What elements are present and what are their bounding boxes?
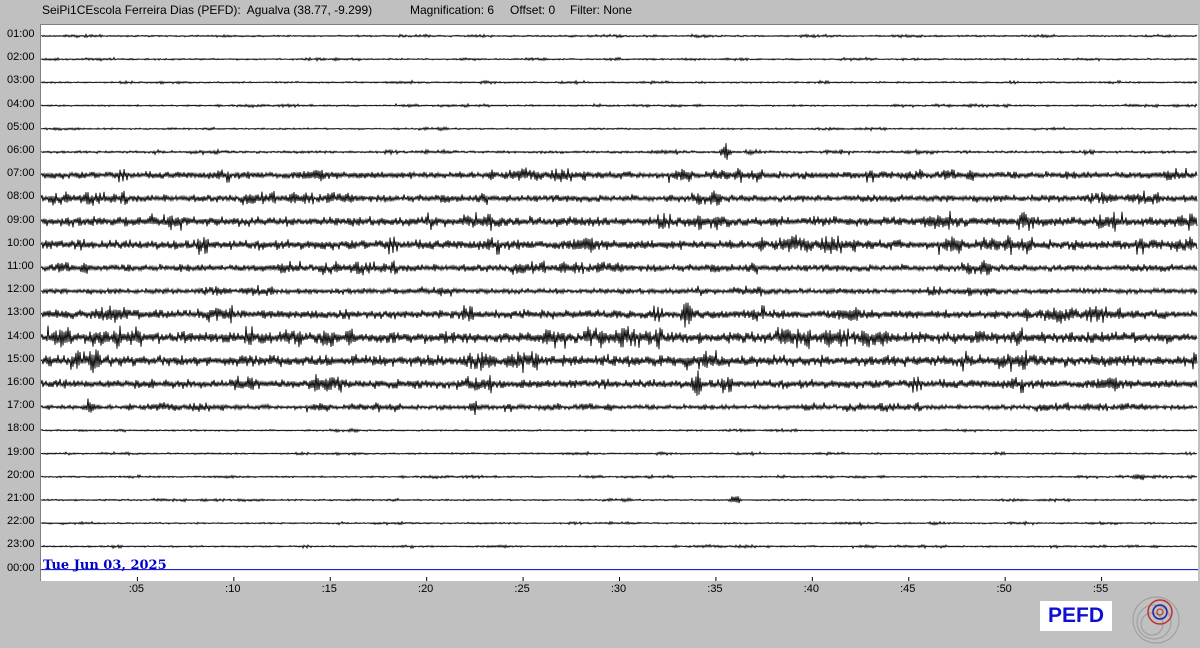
trace-2100 [41,496,1198,504]
header-bar: SeiPi1CEscola Ferreira Dias (PEFD): Agua… [0,3,1200,19]
minute-tick-25: :25 [514,583,530,595]
trace-2200 [41,520,1198,527]
hour-label-1400: 14:00 [7,329,35,342]
hour-label-0200: 02:00 [7,51,35,64]
seismic-wave-seal-icon [1132,596,1180,644]
hour-label-1300: 13:00 [7,306,35,319]
hour-label-2000: 20:00 [7,468,35,481]
hour-label-1000: 10:00 [7,236,35,249]
trace-0500 [41,125,1198,132]
hour-label-1800: 18:00 [7,422,35,435]
offset-label: Offset: 0 [510,3,556,17]
trace-1700 [41,398,1198,416]
trace-1500 [41,349,1198,374]
hour-label-1500: 15:00 [7,352,35,365]
trace-1200 [41,285,1198,297]
hour-label-1700: 17:00 [7,399,35,412]
hour-label-0100: 01:00 [7,28,35,40]
hour-label-0400: 04:00 [7,97,35,110]
hour-label-0300: 03:00 [7,74,35,87]
hour-label-2300: 23:00 [7,538,35,551]
minute-tick-45: :45 [900,583,916,595]
pefd-logo: PEFD [1040,601,1112,631]
trace-2300 [41,543,1198,550]
hour-label-1900: 19:00 [7,445,35,458]
trace-0400 [41,102,1198,109]
helicorder-plot [40,24,1198,581]
trace-1800 [41,427,1198,434]
trace-0300 [41,79,1198,86]
magnification-label: Magnification: 6 [410,3,495,17]
filter-label: Filter: None [570,3,633,17]
trace-0100 [41,33,1198,39]
station-label: SeiPi1CEscola Ferreira Dias (PEFD): Agua… [42,3,373,17]
trace-1300 [41,302,1198,328]
minute-tick-15: :15 [321,583,337,595]
minute-tick-35: :35 [707,583,723,595]
minute-tick-20: :20 [418,583,434,595]
trace-0700 [41,167,1198,183]
minute-tick-55: :55 [1092,583,1109,595]
seismogram-svg [41,33,1198,581]
trace-1900 [41,450,1198,457]
trace-0600 [41,143,1198,160]
hour-label-0800: 08:00 [7,190,35,203]
hour-label-0700: 07:00 [7,167,35,180]
trace-0900 [41,210,1198,232]
hour-label-0000: 00:00 [7,561,35,574]
hour-label-1200: 12:00 [7,283,35,296]
date-label: Tue Jun 03, 2025 [43,558,167,573]
hour-label-0600: 06:00 [7,144,35,156]
trace-1100 [41,260,1198,276]
hour-label-2100: 21:00 [7,492,35,504]
minute-tick-40: :40 [803,583,819,595]
trace-1000 [41,234,1198,256]
hour-label-0900: 09:00 [7,213,35,226]
minute-tick-30: :30 [610,583,627,595]
hour-label-0500: 05:00 [7,120,35,133]
minute-tick-50: :50 [996,583,1012,595]
trace-1600 [41,370,1198,396]
hour-label-1100: 11:00 [7,260,34,272]
minute-tick-5: :05 [128,583,145,595]
trace-0200 [41,56,1198,63]
trace-0800 [41,190,1198,206]
trace-2000 [41,473,1198,481]
minute-tick-10: :10 [225,583,241,595]
trace-1400 [41,325,1198,350]
hour-label-1600: 16:00 [7,376,35,388]
hour-label-2200: 22:00 [7,515,35,528]
